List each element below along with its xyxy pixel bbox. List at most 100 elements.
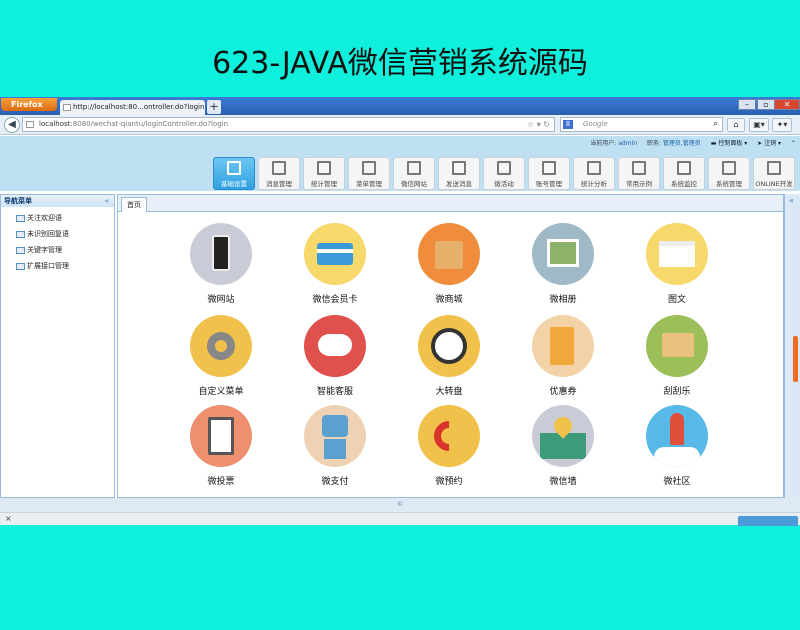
search-placeholder: Google — [583, 120, 608, 128]
feature-tile[interactable]: 微预约 — [399, 405, 499, 487]
address-bar[interactable]: localhost:8080/wechat-qiantu/loginContro… — [22, 117, 555, 132]
feature-tile-label: 微投票 — [207, 477, 235, 487]
new-tab-button[interactable]: + — [207, 100, 221, 114]
logout-button[interactable]: ➤ 注销 ▾ — [757, 140, 781, 147]
toolbar-button[interactable]: 消息管理 — [258, 157, 300, 190]
icon-shape — [435, 241, 463, 269]
toolbar-button[interactable]: 菜单管理 — [348, 157, 390, 190]
toolbar-button[interactable]: 统计分析 — [573, 157, 615, 190]
edit-icon — [767, 161, 781, 175]
downloads-icon[interactable]: ▣▾ — [749, 118, 769, 132]
toolbar-button-label: 常用示例 — [626, 180, 652, 188]
feature-tile[interactable]: 微信墙 — [513, 405, 613, 487]
close-window-button[interactable]: ✕ — [774, 99, 800, 110]
toolbar-button[interactable]: 微活动 — [483, 157, 525, 190]
icon-shape — [427, 414, 471, 458]
feature-tile[interactable]: 图文 — [627, 223, 727, 305]
search-box[interactable]: 8 Google ⌕ — [560, 117, 723, 132]
feature-tile[interactable]: 自定义菜单 — [171, 315, 271, 397]
toolbar-button[interactable]: 常用示例 — [618, 157, 660, 190]
feature-tile[interactable]: 刮刮乐 — [627, 315, 727, 397]
toolbar-button-label: ONLINE开发 — [755, 180, 793, 188]
toolbar-button[interactable]: 发送消息 — [438, 157, 480, 190]
edit-icon — [497, 161, 511, 175]
close-addon-bar-icon[interactable]: × — [5, 514, 12, 523]
bar-chart-icon — [317, 161, 331, 175]
feature-tile[interactable]: 微商城 — [399, 223, 499, 305]
collapse-sidebar-icon[interactable]: « — [105, 195, 109, 207]
expand-right-icon[interactable]: « — [789, 196, 794, 205]
browser-tab[interactable]: http://localhost:80...ontroller.do?login — [60, 100, 205, 115]
sidebar-item-label: 扩展接口管理 — [27, 262, 69, 270]
status-bar-widget[interactable] — [738, 516, 798, 526]
toolbar-button-label: 微活动 — [494, 180, 514, 188]
user-name: admin — [618, 140, 638, 147]
icon-shape — [550, 327, 574, 365]
collapse-header-icon[interactable]: ⌃ — [791, 140, 796, 147]
browser-window: Firefox http://localhost:80...ontroller.… — [0, 97, 800, 526]
sidebar-item[interactable]: 扩展接口管理 — [1, 258, 114, 274]
toolbar-button[interactable]: 基础设置 — [213, 157, 255, 190]
home-icon[interactable]: ⌂ — [727, 118, 745, 132]
chat-bubble-icon — [304, 315, 366, 377]
bookmark-star-icon[interactable]: ☆ ▾ ↻ — [527, 118, 550, 131]
scrollbar-thumb[interactable] — [793, 336, 798, 382]
map-pin-icon — [532, 405, 594, 467]
addons-icon[interactable]: ✦▾ — [772, 118, 792, 132]
toolbar-button[interactable]: 账号管理 — [528, 157, 570, 190]
feature-tile[interactable]: 微投票 — [171, 405, 271, 487]
firefox-menu-button[interactable]: Firefox — [1, 98, 57, 111]
monitor-icon — [677, 161, 691, 175]
toolbar-button-label: 账号管理 — [536, 180, 562, 188]
maximize-button[interactable]: ▫ — [757, 99, 775, 110]
toolbar-button-label: 系统管理 — [716, 180, 742, 188]
icon-shape — [212, 235, 230, 271]
toolbar-button-label: 基础设置 — [221, 180, 247, 188]
toolbar-button[interactable]: 系统监控 — [663, 157, 705, 190]
icon-shape — [317, 243, 353, 265]
feature-tile[interactable]: 智能客服 — [285, 315, 385, 397]
search-engine-icon[interactable]: 8 — [563, 120, 573, 129]
robot-icon — [304, 405, 366, 467]
clipboard-icon — [190, 405, 252, 467]
browser-titlebar: Firefox http://localhost:80...ontroller.… — [0, 97, 800, 115]
tab-home[interactable]: 首页 — [121, 197, 147, 212]
member-card-icon — [304, 223, 366, 285]
toolbar-button[interactable]: 微信网站 — [393, 157, 435, 190]
toolbar-button[interactable]: ONLINE开发 — [753, 157, 795, 190]
feature-tile-label: 图文 — [667, 295, 686, 305]
sidebar-item[interactable]: 关注欢迎语 — [1, 210, 114, 226]
feature-tile-label: 智能客服 — [316, 387, 353, 397]
feature-tile[interactable]: 微信会员卡 — [285, 223, 385, 305]
feature-tile-label: 微网站 — [207, 295, 235, 305]
sidebar-item[interactable]: 关键字管理 — [1, 242, 114, 258]
toolbar-button[interactable]: 系统管理 — [708, 157, 750, 190]
footer: © — [0, 498, 800, 512]
url-path: :8080/wechat-qiantu/loginController.do?l… — [70, 120, 229, 128]
back-arrow-icon[interactable]: ◀ — [4, 117, 20, 133]
toolbar-button-label: 微信网站 — [401, 180, 427, 188]
edit-icon — [272, 161, 286, 175]
sidebar-item[interactable]: 未识别回复语 — [1, 226, 114, 242]
feature-grid: 微网站 微信会员卡 微商城 微相册 图文自定义菜单 智能客服 大转盘 优惠券 刮刮乐微投票 微支付… — [118, 212, 783, 497]
edit-icon — [542, 161, 556, 175]
feature-tile[interactable]: 微相册 — [513, 223, 613, 305]
control-panel-button[interactable]: ▬ 控制面板 ▾ — [711, 140, 748, 147]
list-icon — [16, 247, 25, 254]
main-panel: 首页 微网站 微信会员卡 微商城 微相册 图文自定义菜单 智能客服 大转盘 优惠券 刮刮乐微投票… — [117, 194, 784, 498]
feature-tile[interactable]: 优惠券 — [513, 315, 613, 397]
toolbar-button[interactable]: 统计管理 — [303, 157, 345, 190]
toolbar-button-label: 系统监控 — [671, 180, 697, 188]
feature-tile[interactable]: 微网站 — [171, 223, 271, 305]
feature-tile[interactable]: 微支付 — [285, 405, 385, 487]
sidebar-item-label: 关注欢迎语 — [27, 214, 62, 222]
url-host: localhost — [39, 120, 71, 128]
web-page-icon — [646, 223, 708, 285]
feature-tile[interactable]: 微社区 — [627, 405, 727, 487]
feature-tile[interactable]: 大转盘 — [399, 315, 499, 397]
minimize-button[interactable]: – — [738, 99, 756, 110]
search-icon[interactable]: ⌕ — [713, 118, 718, 131]
edit-icon — [587, 161, 601, 175]
list-icon — [16, 231, 25, 238]
grid-icon — [632, 161, 646, 175]
